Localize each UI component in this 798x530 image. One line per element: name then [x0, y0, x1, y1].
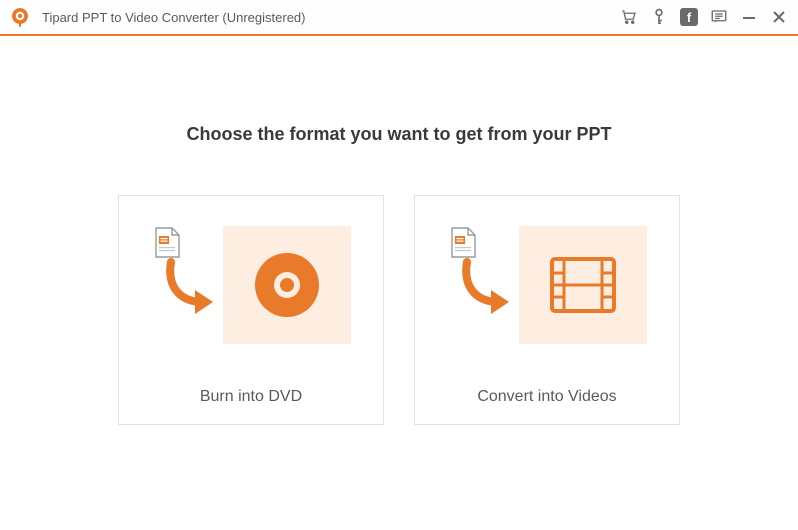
target-box: [223, 226, 351, 344]
close-icon[interactable]: [770, 8, 788, 26]
facebook-icon[interactable]: f: [680, 8, 698, 26]
feedback-icon[interactable]: [710, 8, 728, 26]
minimize-icon[interactable]: [740, 8, 758, 26]
arrow-icon: [161, 258, 217, 323]
cart-icon[interactable]: [620, 8, 638, 26]
disc-icon: [251, 249, 323, 321]
main-content: Choose the format you want to get from y…: [0, 36, 798, 425]
arrow-icon: [457, 258, 513, 323]
option-label: Burn into DVD: [200, 388, 302, 406]
app-title: Tipard PPT to Video Converter (Unregiste…: [42, 10, 620, 25]
option-convert-video[interactable]: Convert into Videos: [414, 195, 680, 425]
film-icon: [548, 255, 618, 315]
titlebar-actions: f: [620, 8, 788, 26]
titlebar: Tipard PPT to Video Converter (Unregiste…: [0, 0, 798, 36]
format-options: Burn into DVD: [118, 195, 680, 425]
key-icon[interactable]: [650, 8, 668, 26]
option-graphic: [151, 226, 351, 346]
page-heading: Choose the format you want to get from y…: [186, 124, 611, 145]
option-graphic: [447, 226, 647, 346]
option-label: Convert into Videos: [477, 388, 616, 406]
target-box: [519, 226, 647, 344]
option-burn-dvd[interactable]: Burn into DVD: [118, 195, 384, 425]
app-logo-icon: [8, 5, 32, 29]
